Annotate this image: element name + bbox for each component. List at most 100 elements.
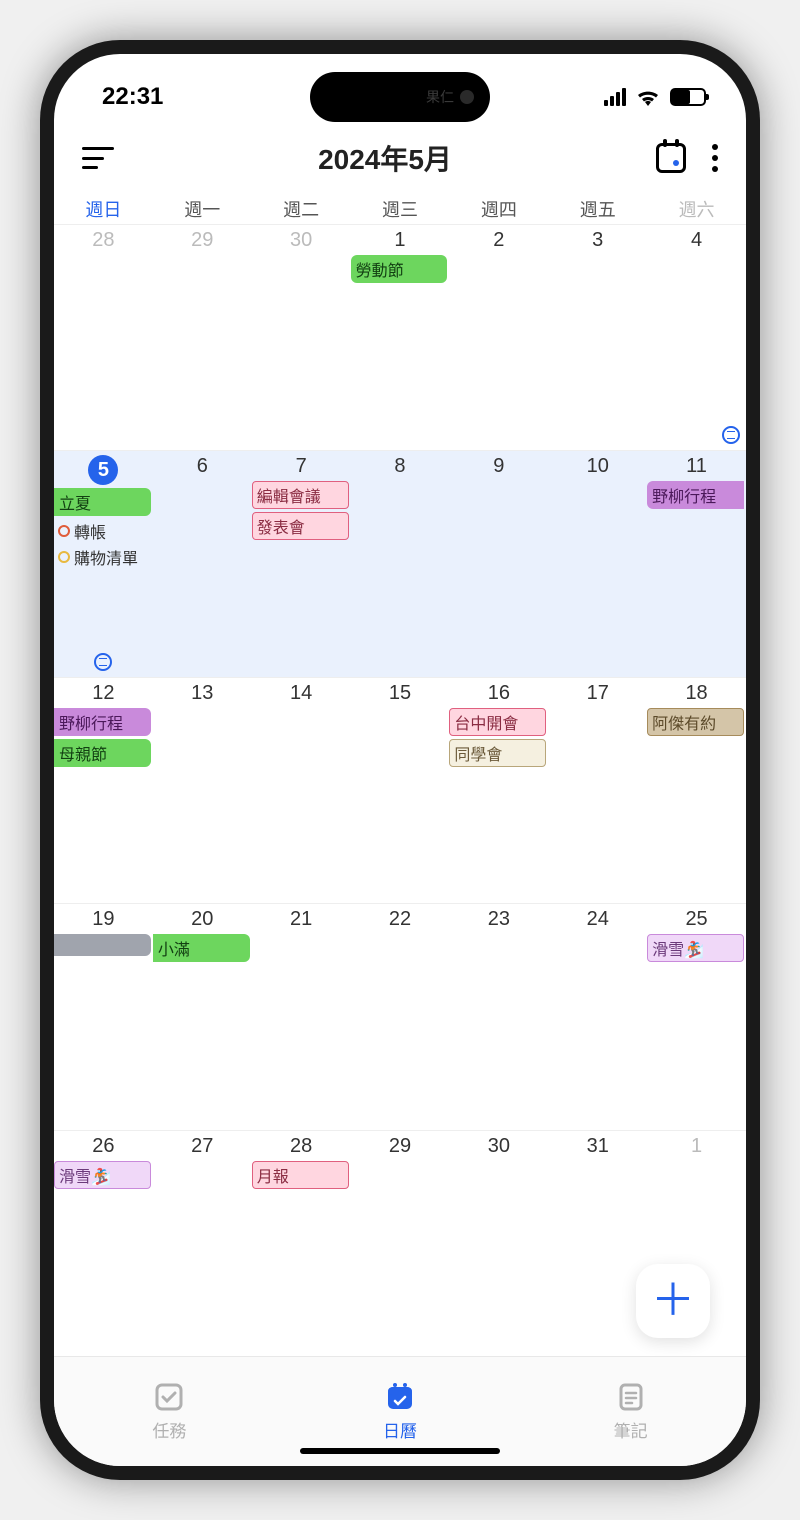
day-number: 29 [351, 1135, 450, 1158]
day-number: 7 [252, 455, 351, 478]
nav-tasks[interactable]: 任務 [54, 1357, 285, 1466]
dynamic-island: 果仁 [310, 72, 490, 122]
calendar-event[interactable]: 編輯會議 [252, 481, 349, 509]
calendar-icon [384, 1381, 416, 1413]
day-number: 9 [449, 455, 548, 478]
day-number: 10 [548, 455, 647, 478]
day-cell[interactable]: 29 [351, 1131, 450, 1356]
task-item[interactable]: 轉帳 [54, 519, 153, 545]
day-cell[interactable]: 14 [252, 678, 351, 903]
day-cell[interactable]: 18 阿傑有約 [647, 678, 746, 903]
day-number: 2 [449, 229, 548, 252]
calendar-event[interactable]: 小滿 [153, 934, 250, 962]
day-cell[interactable]: 7 編輯會議發表會 [252, 451, 351, 676]
day-number: 22 [351, 908, 450, 931]
day-number: 19 [54, 908, 153, 931]
note-indicator-icon[interactable] [94, 653, 112, 671]
day-cell[interactable]: 30 [449, 1131, 548, 1356]
day-number: 29 [153, 229, 252, 252]
day-cell[interactable]: 26 滑雪🏂 [54, 1131, 153, 1356]
day-number: 26 [54, 1135, 153, 1158]
home-indicator[interactable] [300, 1448, 500, 1454]
plus-icon: ＋ [651, 1279, 695, 1323]
day-cell[interactable]: 31 [548, 1131, 647, 1356]
day-cell[interactable]: 4 [647, 225, 746, 450]
week-row: 19 20小滿2122232425滑雪🏂 [54, 903, 746, 1129]
day-cell[interactable]: 3 [548, 225, 647, 450]
day-cell[interactable]: 9 [449, 451, 548, 676]
day-number: 27 [153, 1135, 252, 1158]
day-cell[interactable]: 19 [54, 904, 153, 1129]
status-icons [604, 88, 706, 106]
day-cell[interactable]: 15 [351, 678, 450, 903]
day-cell[interactable]: 5 立夏轉帳購物清單 [54, 451, 153, 676]
task-item[interactable]: 購物清單 [54, 545, 153, 571]
week-row: 12野柳行程母親節13141516台中開會同學會1718阿傑有約 [54, 677, 746, 903]
tasks-icon [153, 1381, 185, 1413]
day-cell[interactable]: 25滑雪🏂 [647, 904, 746, 1129]
day-cell[interactable]: 23 [449, 904, 548, 1129]
bullet-icon [58, 551, 70, 563]
calendar-event[interactable]: 滑雪🏂 [54, 1161, 151, 1189]
calendar-event[interactable]: 台中開會 [449, 708, 546, 736]
weekday-label: 週五 [548, 196, 647, 222]
calendar-event[interactable]: 野柳行程 [647, 481, 744, 509]
day-number: 1 [647, 1135, 746, 1158]
day-cell[interactable]: 20小滿 [153, 904, 252, 1129]
day-cell[interactable]: 28 月報 [252, 1131, 351, 1356]
day-cell[interactable]: 2 [449, 225, 548, 450]
calendar-event[interactable]: 月報 [252, 1161, 349, 1189]
add-button[interactable]: ＋ [636, 1264, 710, 1338]
week-row: 5 立夏轉帳購物清單67 編輯會議發表會891011野柳行程 [54, 450, 746, 676]
task-label: 轉帳 [74, 519, 106, 543]
day-cell[interactable]: 1勞動節 [351, 225, 450, 450]
day-cell[interactable]: 10 [548, 451, 647, 676]
calendar-event[interactable] [54, 934, 151, 956]
status-time: 22:31 [102, 83, 163, 111]
day-cell[interactable]: 11野柳行程 [647, 451, 746, 676]
calendar-event[interactable]: 勞動節 [351, 255, 448, 283]
day-number: 30 [252, 229, 351, 252]
weekday-label: 週三 [351, 196, 450, 222]
day-cell[interactable]: 30 [252, 225, 351, 450]
calendar-today-icon[interactable] [656, 143, 686, 173]
day-cell[interactable]: 6 [153, 451, 252, 676]
calendar-event[interactable]: 同學會 [449, 739, 546, 767]
nav-notes-label: 筆記 [614, 1417, 648, 1442]
day-number: 12 [54, 682, 153, 705]
day-cell[interactable]: 29 [153, 225, 252, 450]
day-number: 5 [54, 455, 153, 485]
day-cell[interactable]: 24 [548, 904, 647, 1129]
day-cell[interactable]: 27 [153, 1131, 252, 1356]
menu-icon[interactable] [82, 147, 114, 169]
calendar-event[interactable]: 滑雪🏂 [647, 934, 744, 962]
day-cell[interactable]: 28 [54, 225, 153, 450]
day-cell[interactable]: 21 [252, 904, 351, 1129]
weekday-label: 週日 [54, 196, 153, 222]
calendar-event[interactable]: 阿傑有約 [647, 708, 744, 736]
day-number: 17 [548, 682, 647, 705]
nav-notes[interactable]: 筆記 [515, 1357, 746, 1466]
more-icon[interactable] [712, 144, 718, 172]
day-number: 4 [647, 229, 746, 252]
header-title: 2024年5月 [318, 138, 452, 178]
bullet-icon [58, 525, 70, 537]
day-cell[interactable]: 13 [153, 678, 252, 903]
day-number: 18 [647, 682, 746, 705]
phone-frame: 果仁 22:31 2024年5月 週日週一週二週三週四週五週六 2829301勞… [40, 40, 760, 1480]
calendar-event[interactable]: 野柳行程 [54, 708, 151, 736]
day-cell[interactable]: 12 野柳行程母親節 [54, 678, 153, 903]
day-number: 28 [54, 229, 153, 252]
day-cell[interactable]: 8 [351, 451, 450, 676]
day-cell[interactable]: 17 [548, 678, 647, 903]
app-header: 2024年5月 [54, 122, 746, 192]
calendar-event[interactable]: 立夏 [54, 488, 151, 516]
day-number: 28 [252, 1135, 351, 1158]
day-number: 21 [252, 908, 351, 931]
day-number: 30 [449, 1135, 548, 1158]
calendar-event[interactable]: 發表會 [252, 512, 349, 540]
calendar-event[interactable]: 母親節 [54, 739, 151, 767]
day-cell[interactable]: 22 [351, 904, 450, 1129]
weekday-label: 週六 [647, 196, 746, 222]
day-cell[interactable]: 16台中開會同學會 [449, 678, 548, 903]
